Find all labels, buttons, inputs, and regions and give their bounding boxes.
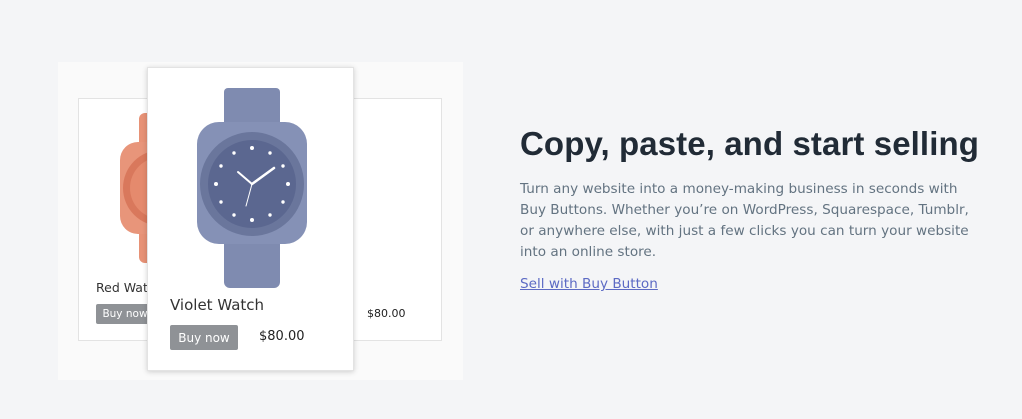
buy-now-button-violet[interactable]: Buy now	[170, 325, 238, 350]
hero-description: Turn any website into a money-making bus…	[520, 181, 969, 260]
hero-copy: Copy, paste, and start selling Turn any …	[520, 125, 980, 292]
product-price-green: $80.00	[367, 307, 406, 320]
buy-now-button-red[interactable]: Buy now	[96, 304, 154, 324]
product-price-violet: $80.00	[259, 329, 305, 344]
hero-title: Copy, paste, and start selling	[520, 125, 979, 162]
product-card-violet: Violet Watch Buy now $80.00	[147, 67, 354, 371]
violet-watch-image	[197, 88, 307, 288]
product-name-violet: Violet Watch	[170, 296, 265, 314]
sell-with-buy-button-link[interactable]: Sell with Buy Button	[520, 276, 658, 292]
product-showcase: Red Watch Buy now $80.00 Violet Watch Bu…	[58, 62, 463, 380]
